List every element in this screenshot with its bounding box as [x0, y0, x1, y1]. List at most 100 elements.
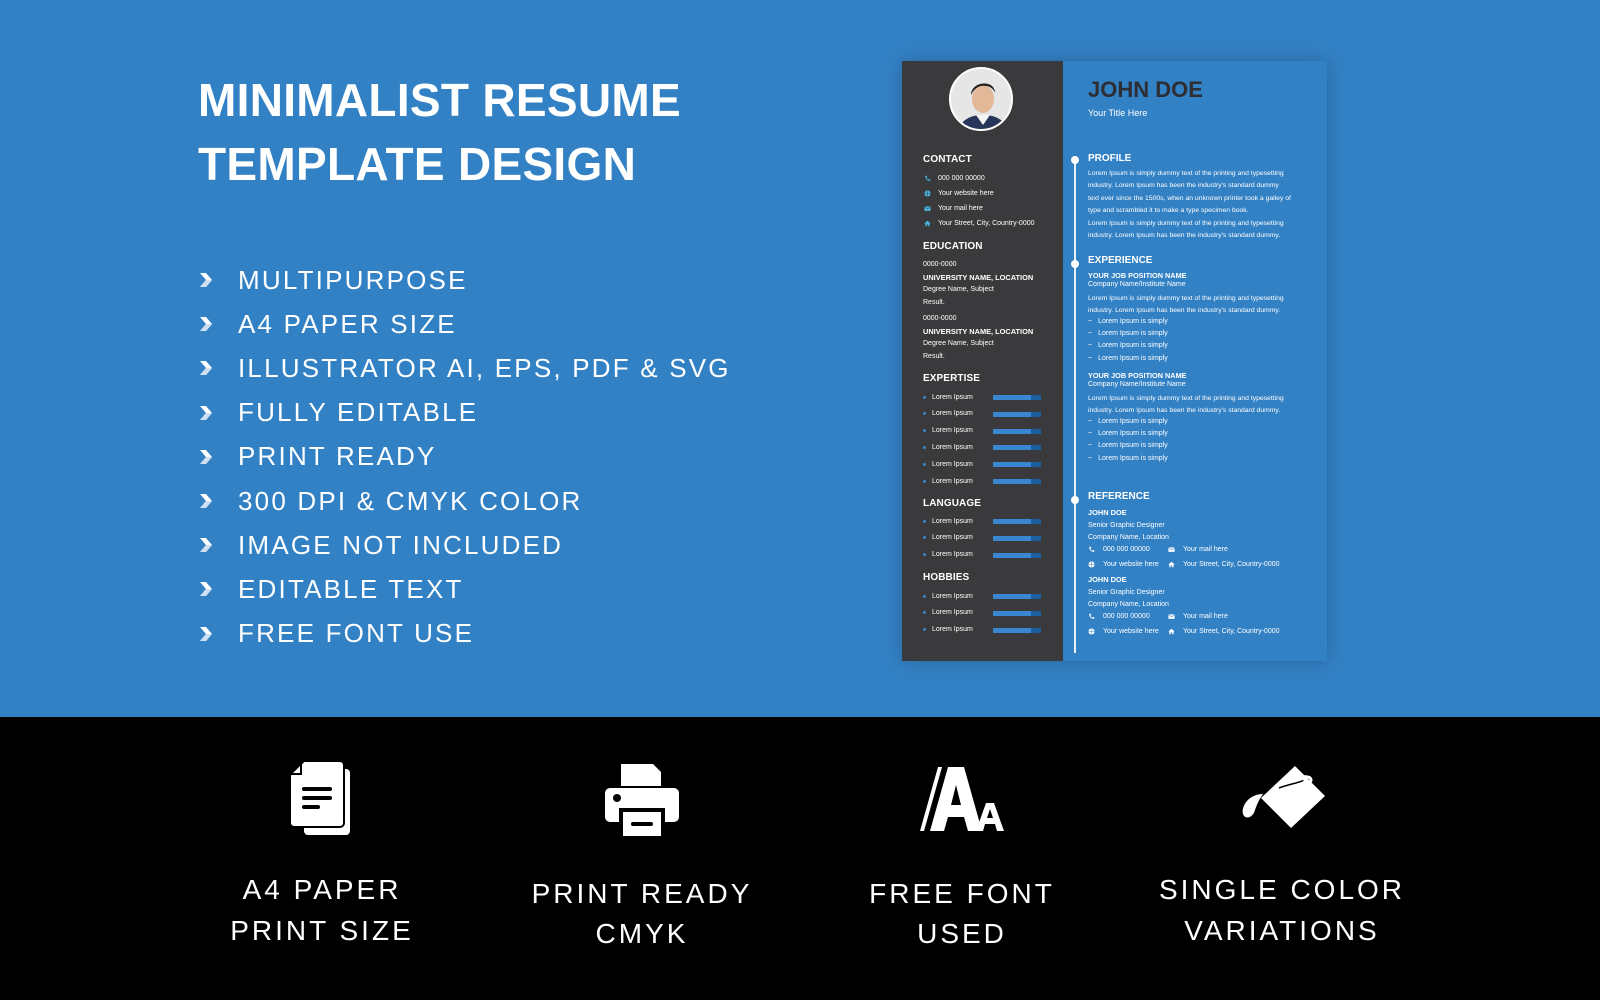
contact-mail: Your mail here	[923, 204, 983, 212]
contact-phone-text: 000 000 00000	[938, 174, 985, 182]
education-degree: Degree Name, Subject	[923, 340, 994, 347]
education-result: Result.	[923, 298, 945, 306]
chevron-right-icon	[198, 359, 238, 377]
bullet-dot-icon	[923, 611, 926, 615]
reference-phone: 000 000 00000	[1088, 612, 1150, 620]
reference-website-text: Your website here	[1103, 560, 1159, 568]
education-school: UNIVERSITY NAME, LOCATION	[923, 326, 1034, 336]
bottom-features-section: A4 PAPER PRINT SIZE PRINT READY CMYK FREE FO…	[0, 717, 1600, 1000]
hobbies-level-bar	[993, 594, 1041, 599]
education-years: 0000-0000	[923, 261, 957, 268]
bullet-dot-icon	[923, 445, 926, 449]
timeline-dot	[1071, 156, 1079, 164]
mail-icon	[1168, 545, 1176, 553]
reference-address-text: Your Street, City, Country-0000	[1183, 560, 1280, 568]
bottom-feature-line-2: CMYK	[595, 918, 689, 949]
job-description-line: industry. Lorem Ipsum has been the indus…	[1088, 407, 1281, 415]
job-bullet: ~ Lorem Ipsum is simply	[1088, 342, 1168, 349]
feature-item: IMAGE NOT INCLUDED	[198, 523, 731, 567]
tilde-bullet-icon: ~	[1088, 318, 1093, 325]
profile-heading: PROFILE	[1088, 153, 1132, 164]
phone-icon	[923, 174, 931, 182]
feature-label: FREE FONT USE	[238, 618, 475, 649]
expertise-level-bar	[993, 428, 1041, 434]
printer-icon	[597, 754, 687, 844]
reference-phone-text: 000 000 00000	[1103, 545, 1150, 553]
globe-icon	[923, 189, 931, 197]
feature-item: FULLY EDITABLE	[198, 391, 731, 435]
contact-phone: 000 000 00000	[923, 174, 985, 182]
headline-line-1: MINIMALIST RESUME	[198, 74, 681, 126]
hobbies-label: Lorem Ipsum	[932, 626, 973, 634]
chevron-right-icon	[198, 536, 238, 554]
home-icon	[1168, 560, 1176, 568]
feature-label: MULTIPURPOSE	[238, 264, 468, 295]
reference-phone-text: 000 000 00000	[1103, 612, 1150, 620]
bullet-dot-icon	[923, 412, 926, 416]
reference-website: Your website here	[1088, 627, 1159, 635]
education-result: Result.	[923, 352, 945, 360]
phone-icon	[1088, 612, 1096, 620]
job-description: Lorem Ipsum is simply dummy text of the …	[1088, 393, 1316, 418]
bottom-feature-line-1: SINGLE COLOR	[1158, 874, 1406, 905]
resume-sidebar: CONTACT 000 000 00000 Your website here You…	[902, 61, 1063, 661]
bottom-feature-line-1: A4 PAPER	[242, 874, 402, 905]
education-degree: Degree Name, Subject	[923, 286, 994, 293]
bullet-dot-icon	[923, 519, 926, 523]
feature-label: EDITABLE TEXT	[238, 573, 464, 604]
headline-line-2: TEMPLATE DESIGN	[198, 138, 637, 190]
expertise-level-bar	[993, 479, 1041, 484]
feature-label: ILLUSTRATOR AI, EPS, PDF & SVG	[238, 352, 731, 383]
reference-address-text: Your Street, City, Country-0000	[1183, 627, 1280, 635]
contact-website: Your website here	[923, 189, 994, 197]
language-level-bar	[993, 552, 1041, 558]
job-bullet: ~ Lorem Ipsum is simply	[1088, 330, 1168, 337]
job-bullet: ~ Lorem Ipsum is simply	[1088, 455, 1168, 462]
job-bullet: ~ Lorem Ipsum is simply	[1088, 442, 1168, 449]
feature-item: ILLUSTRATOR AI, EPS, PDF & SVG	[198, 346, 731, 390]
feature-label: IMAGE NOT INCLUDED	[238, 529, 564, 560]
expertise-level-fill	[993, 462, 1032, 468]
reference-item: JOHN DOE Senior Graphic Designer Company N…	[1088, 507, 1169, 545]
chevron-right-icon	[198, 271, 238, 289]
profile-photo	[949, 67, 1013, 131]
feature-item: 300 DPI & CMYK COLOR	[198, 479, 731, 523]
paint-bucket-icon	[1237, 754, 1327, 844]
expertise-level-bar	[993, 445, 1041, 451]
language-level-fill	[993, 552, 1032, 558]
resume-preview: CONTACT 000 000 00000 Your website here You…	[902, 61, 1327, 661]
bottom-feature-line-2: PRINT SIZE	[230, 915, 414, 946]
mail-icon	[1168, 612, 1176, 620]
hobbies-label: Lorem Ipsum	[932, 609, 973, 617]
expertise-level-fill	[993, 479, 1032, 484]
profile-line: Lorem Ipsum is simply dummy text of the …	[1088, 170, 1284, 177]
hobbies-level-bar	[993, 627, 1041, 633]
profile-line: text ever since the 1500s, when an unkno…	[1088, 194, 1291, 202]
expertise-label: Lorem Ipsum	[932, 393, 973, 401]
contact-address-text: Your Street, City, Country-0000	[938, 219, 1035, 227]
job-bullet-text: Lorem Ipsum is simply	[1098, 354, 1168, 362]
contact-heading: CONTACT	[923, 154, 972, 165]
bullet-dot-icon	[923, 429, 926, 433]
language-level-bar	[993, 535, 1041, 541]
timeline-dot	[1071, 260, 1079, 268]
reference-address: Your Street, City, Country-0000	[1168, 627, 1280, 635]
bottom-feature-line-1: FREE FONT	[869, 878, 1055, 909]
feature-label: PRINT READY	[238, 441, 437, 472]
job-bullet-text: Lorem Ipsum is simply	[1098, 454, 1168, 462]
globe-icon	[1088, 560, 1096, 568]
bullet-dot-icon	[923, 536, 926, 540]
bullet-dot-icon	[923, 479, 926, 483]
contact-website-text: Your website here	[938, 189, 994, 197]
headline: MINIMALIST RESUME TEMPLATE DESIGN	[198, 68, 681, 196]
profile-line: type and scrambled it to make a type spe…	[1088, 207, 1249, 215]
job-bullet-text: Lorem Ipsum is simply	[1098, 342, 1168, 350]
language-level-fill	[993, 535, 1032, 541]
reference-mail: Your mail here	[1168, 612, 1228, 620]
hobbies-label: Lorem Ipsum	[932, 592, 973, 600]
expertise-label: Lorem Ipsum	[932, 460, 973, 468]
expertise-level-bar	[993, 462, 1041, 468]
language-heading: LANGUAGE	[923, 498, 982, 509]
bottom-feature-line-2: VARIATIONS	[1184, 915, 1380, 946]
education-years: 0000-0000	[923, 315, 957, 322]
